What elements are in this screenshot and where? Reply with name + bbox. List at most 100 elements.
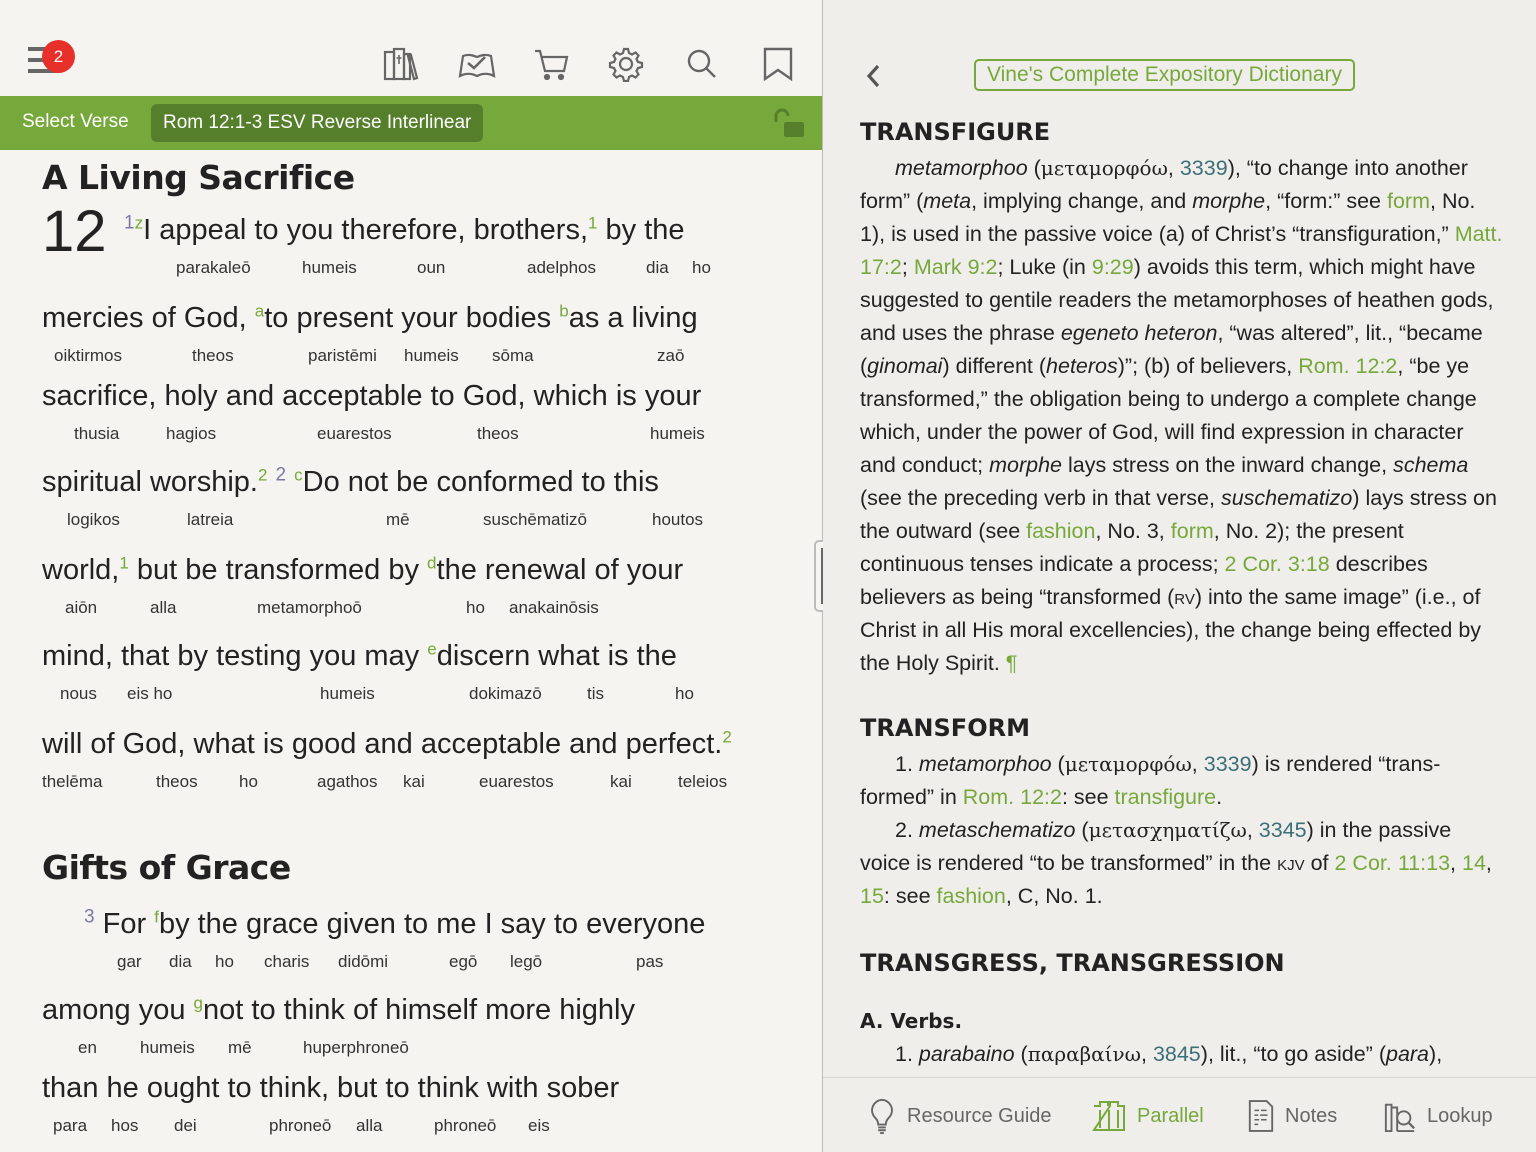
- greek-lemma[interactable]: eis ho: [127, 684, 172, 704]
- verse-number[interactable]: 3: [84, 906, 95, 927]
- english-text[interactable]: than he ought to think, but to think wit…: [42, 1072, 619, 1105]
- greek-lemma[interactable]: aiōn: [65, 598, 97, 618]
- greek-lemma[interactable]: humeis: [302, 258, 357, 278]
- greek-lemma[interactable]: dei: [174, 1116, 197, 1136]
- cart-icon[interactable]: [532, 46, 572, 82]
- greek-lemma[interactable]: eis: [528, 1116, 550, 1136]
- greek-lemma[interactable]: humeis: [320, 684, 375, 704]
- reference-link[interactable]: ¶: [1006, 651, 1018, 675]
- interlinear-line[interactable]: than he ought to think, but to think wit…: [42, 1072, 822, 1142]
- strongs-number-link[interactable]: 3345: [1259, 818, 1307, 842]
- greek-lemma[interactable]: anakainōsis: [509, 598, 599, 618]
- library-icon[interactable]: [382, 46, 422, 82]
- bible-text[interactable]: A Living Sacrifice 12 Gifts of Grace 1zI…: [0, 150, 822, 1152]
- greek-lemma[interactable]: dia: [646, 258, 669, 278]
- greek-lemma[interactable]: theos: [192, 346, 234, 366]
- reference-link[interactable]: transfigure: [1115, 785, 1217, 809]
- lookup-button[interactable]: Lookup: [1383, 1096, 1493, 1136]
- greek-lemma[interactable]: charis: [264, 952, 309, 972]
- resource-title-button[interactable]: Vine's Complete Expository Dictionary: [974, 59, 1355, 91]
- greek-lemma[interactable]: mē: [228, 1038, 252, 1058]
- greek-lemma[interactable]: ho: [239, 772, 258, 792]
- footnote-marker[interactable]: c: [294, 465, 303, 484]
- greek-lemma[interactable]: zaō: [657, 346, 684, 366]
- search-icon[interactable]: [682, 46, 722, 82]
- bookmark-icon[interactable]: [758, 46, 798, 82]
- greek-lemma[interactable]: phroneō: [434, 1116, 496, 1136]
- greek-lemma[interactable]: kai: [610, 772, 632, 792]
- verse-number[interactable]: 1: [124, 212, 135, 233]
- reference-link[interactable]: form: [1387, 189, 1430, 213]
- greek-lemma[interactable]: theos: [156, 772, 198, 792]
- greek-lemma[interactable]: houtos: [652, 510, 703, 530]
- greek-lemma[interactable]: euarestos: [479, 772, 554, 792]
- reference-link[interactable]: 2 Cor. 11:13: [1334, 851, 1450, 875]
- dictionary-content[interactable]: TRANSFIGURE metamorphoo (μεταμορφόω, 333…: [860, 112, 1505, 1071]
- greek-lemma[interactable]: teleios: [678, 772, 727, 792]
- reference-link[interactable]: fashion: [937, 884, 1006, 908]
- reference-link[interactable]: 15: [860, 884, 884, 908]
- greek-lemma[interactable]: dokimazō: [469, 684, 542, 704]
- english-text[interactable]: spiritual worship.2 2 cDo not be conform…: [42, 464, 659, 499]
- english-text[interactable]: mercies of God, ato present your bodies …: [42, 302, 698, 335]
- reading-plan-icon[interactable]: [457, 46, 497, 82]
- greek-lemma[interactable]: thelēma: [42, 772, 102, 792]
- back-button[interactable]: [863, 62, 885, 90]
- strongs-number-link[interactable]: 3339: [1204, 752, 1252, 776]
- footnote-marker[interactable]: g: [194, 993, 203, 1012]
- interlinear-line[interactable]: 3 For fby the grace given to me I say to…: [42, 906, 822, 978]
- greek-lemma[interactable]: oun: [417, 258, 445, 278]
- notes-button[interactable]: Notes: [1247, 1096, 1337, 1136]
- footnote-marker[interactable]: a: [255, 301, 264, 320]
- greek-lemma[interactable]: paristēmi: [308, 346, 377, 366]
- greek-lemma[interactable]: humeis: [404, 346, 459, 366]
- greek-lemma[interactable]: ho: [466, 598, 485, 618]
- strongs-number-link[interactable]: 3339: [1180, 156, 1228, 180]
- greek-lemma[interactable]: legō: [510, 952, 542, 972]
- greek-lemma[interactable]: en: [78, 1038, 97, 1058]
- greek-lemma[interactable]: adelphos: [527, 258, 596, 278]
- greek-lemma[interactable]: alla: [356, 1116, 382, 1136]
- greek-lemma[interactable]: hagios: [166, 424, 216, 444]
- interlinear-line[interactable]: sacrifice, holy and acceptable to God, w…: [42, 380, 822, 450]
- footnote-marker[interactable]: 1: [119, 553, 128, 572]
- greek-lemma[interactable]: didōmi: [338, 952, 388, 972]
- settings-icon[interactable]: [606, 46, 646, 83]
- parallel-button[interactable]: Parallel: [1091, 1096, 1204, 1136]
- greek-lemma[interactable]: latreia: [187, 510, 233, 530]
- english-text[interactable]: world,1 but be transformed by dthe renew…: [42, 554, 683, 587]
- greek-lemma[interactable]: huperphroneō: [303, 1038, 409, 1058]
- greek-lemma[interactable]: gar: [117, 952, 142, 972]
- greek-lemma[interactable]: mē: [386, 510, 410, 530]
- greek-lemma[interactable]: suschēmatizō: [483, 510, 587, 530]
- verse-number[interactable]: 2: [276, 464, 287, 485]
- reference-selector[interactable]: Rom 12:1-3 ESV Reverse Interlinear: [151, 104, 484, 142]
- greek-lemma[interactable]: oiktirmos: [54, 346, 122, 366]
- reference-link[interactable]: 9:29: [1092, 255, 1134, 279]
- footnote-marker[interactable]: d: [427, 553, 436, 572]
- greek-lemma[interactable]: kai: [403, 772, 425, 792]
- greek-lemma[interactable]: para: [53, 1116, 87, 1136]
- greek-lemma[interactable]: alla: [150, 598, 176, 618]
- greek-lemma[interactable]: humeis: [140, 1038, 195, 1058]
- interlinear-line[interactable]: mercies of God, ato present your bodies …: [42, 302, 822, 372]
- footnote-marker[interactable]: 1: [588, 213, 597, 232]
- english-text[interactable]: sacrifice, holy and acceptable to God, w…: [42, 380, 701, 413]
- footnote-marker[interactable]: 2: [722, 727, 731, 746]
- interlinear-line[interactable]: spiritual worship.2 2 cDo not be conform…: [42, 464, 822, 536]
- greek-lemma[interactable]: nous: [60, 684, 97, 704]
- greek-lemma[interactable]: ho: [215, 952, 234, 972]
- english-text[interactable]: 1zI appeal to you therefore, brothers,1 …: [124, 212, 685, 247]
- greek-lemma[interactable]: sōma: [492, 346, 534, 366]
- resource-guide-button[interactable]: Resource Guide: [867, 1096, 1052, 1136]
- strongs-number-link[interactable]: 3845: [1153, 1042, 1201, 1066]
- select-verse-button[interactable]: Select Verse: [22, 111, 129, 133]
- reference-link[interactable]: Rom. 12:2: [1298, 354, 1397, 378]
- greek-lemma[interactable]: metamorphoō: [257, 598, 362, 618]
- reference-link[interactable]: fashion: [1026, 519, 1095, 543]
- greek-lemma[interactable]: phroneō: [269, 1116, 331, 1136]
- greek-lemma[interactable]: logikos: [67, 510, 120, 530]
- interlinear-line[interactable]: world,1 but be transformed by dthe renew…: [42, 554, 822, 624]
- greek-lemma[interactable]: thusia: [74, 424, 119, 444]
- footnote-marker[interactable]: e: [427, 639, 436, 658]
